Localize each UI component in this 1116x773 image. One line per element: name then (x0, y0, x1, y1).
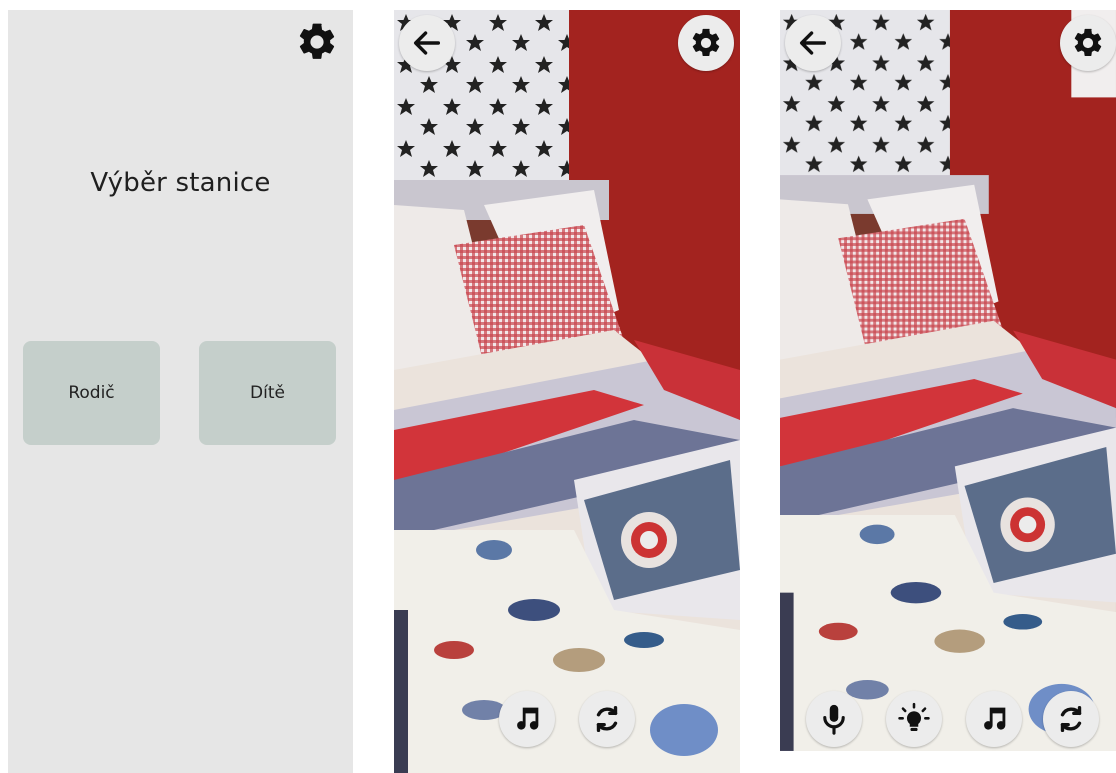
switch-camera-button[interactable] (579, 691, 635, 747)
gear-icon (1074, 28, 1102, 57)
child-station-button[interactable]: Dítě (199, 341, 336, 445)
music-button[interactable] (966, 691, 1022, 747)
camera-feed-image (394, 10, 740, 773)
camera-feed-image (780, 10, 1116, 751)
back-button[interactable] (399, 15, 455, 71)
music-button[interactable] (499, 691, 555, 747)
gear-icon (299, 23, 335, 59)
light-bulb-icon (898, 702, 930, 732)
page-title: Výběr stanice (90, 168, 271, 198)
settings-gear-icon[interactable] (295, 20, 339, 64)
light-button[interactable] (886, 691, 942, 747)
station-select-screen: Výběr stanice Rodič Dítě (8, 10, 353, 773)
switch-camera-button[interactable] (1043, 691, 1099, 747)
settings-button[interactable] (1060, 15, 1116, 71)
music-note-icon (517, 707, 539, 730)
parent-station-button[interactable]: Rodič (23, 341, 160, 445)
arrow-left-icon (413, 31, 441, 55)
settings-button[interactable] (678, 15, 734, 71)
back-button[interactable] (785, 15, 841, 71)
camera-switch-icon (1060, 705, 1082, 733)
music-note-icon (984, 707, 1006, 730)
microphone-icon (823, 704, 845, 735)
camera-view-screen (394, 10, 740, 773)
arrow-left-icon (799, 31, 827, 55)
camera-view-screen-extended (780, 10, 1116, 773)
microphone-button[interactable] (806, 691, 862, 747)
camera-switch-icon (596, 705, 618, 733)
gear-icon (692, 28, 720, 57)
